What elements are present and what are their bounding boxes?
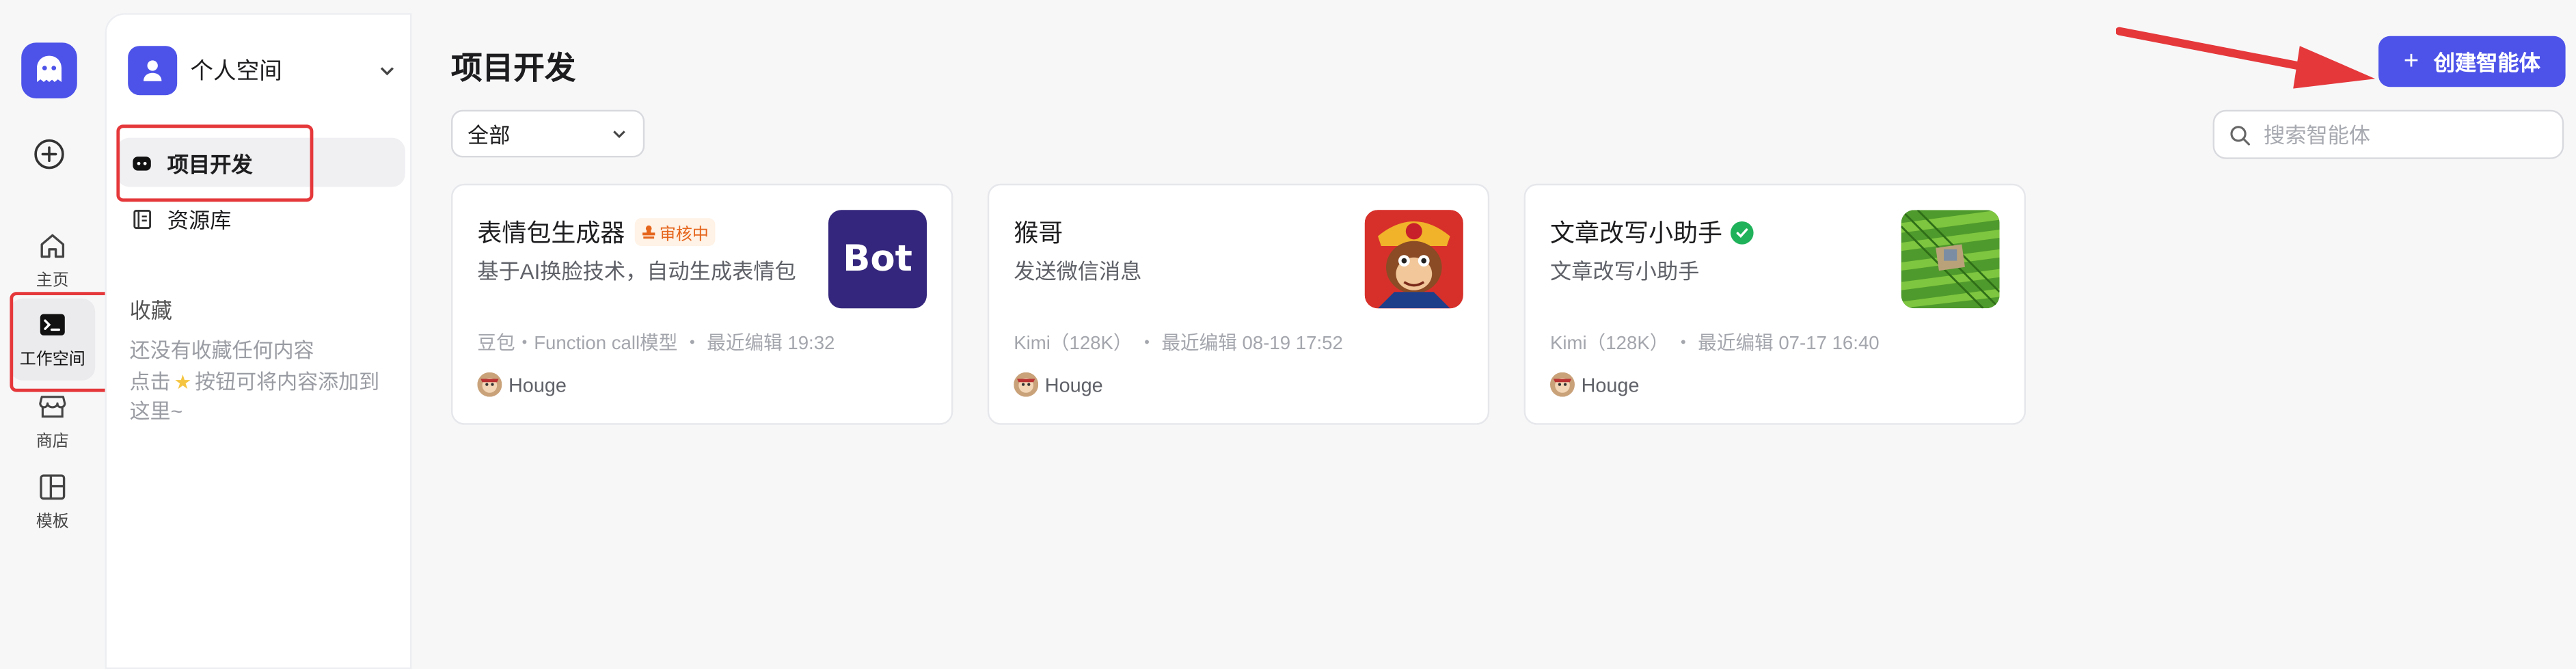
favorites-empty-post: 按钮可将内容添加到 <box>195 370 380 393</box>
agent-owner: Houge <box>1014 372 1103 397</box>
nav-item-projects[interactable]: 项目开发 <box>116 137 405 187</box>
left-rail: 主页 工作空间 商店 模板 <box>0 0 105 655</box>
avatar <box>1014 372 1039 397</box>
space-name: 个人空间 <box>190 57 282 84</box>
filter-value: 全部 <box>467 123 511 148</box>
rail-item-home[interactable]: 主页 <box>10 220 95 302</box>
space-switcher[interactable]: 个人空间 <box>128 44 407 97</box>
monkey-king-thumbnail <box>1364 210 1463 309</box>
chevron-down-icon <box>613 131 625 139</box>
rail-item-label: 商店 <box>36 433 69 451</box>
rail-item-store[interactable]: 商店 <box>10 381 95 463</box>
agent-name: 表情包生成器 <box>477 219 625 248</box>
create-agent-label: 创建智能体 <box>2433 51 2540 76</box>
favorites-empty-line: 点击 ★ 按钮可将内容添加到 <box>130 366 402 396</box>
search-icon <box>2230 125 2250 145</box>
favorites-empty-line: 这里~ <box>129 400 183 424</box>
agent-description: 基于AI换脸技术，自动生成表情包 <box>477 259 796 284</box>
agent-card-title: 文章改写小助手 <box>1550 215 1754 249</box>
reviewing-icon <box>642 226 655 239</box>
status-badge: 审核中 <box>634 218 716 246</box>
rail-item-templates[interactable]: 模板 <box>10 461 95 543</box>
filter-select[interactable]: 全部 <box>451 109 645 158</box>
favorites-empty-pre: 点击 <box>129 370 171 393</box>
agent-thumbnail: Bot <box>828 210 927 309</box>
star-icon: ★ <box>174 370 192 393</box>
app-logo[interactable] <box>21 42 77 98</box>
agent-meta: Kimi（128K） ・ 最近编辑 07-17 16:40 <box>1550 334 1880 355</box>
bot-icon <box>131 152 154 173</box>
owner-name: Houge <box>1044 373 1103 396</box>
verified-check-icon <box>1731 220 1754 244</box>
rail-item-label: 工作空间 <box>19 351 85 369</box>
annotation-arrow <box>2116 27 2376 89</box>
rail-item-label: 主页 <box>36 272 69 290</box>
nav-item-label: 资源库 <box>167 207 232 232</box>
chevron-down-icon <box>380 67 394 76</box>
favorites-empty-text: 还没有收藏任何内容 点击 ★ 按钮可将内容添加到 这里~ <box>130 336 402 427</box>
search-box[interactable] <box>2212 109 2564 159</box>
search-input[interactable] <box>2260 120 2546 149</box>
space-avatar <box>128 46 178 96</box>
ghost-logo-icon <box>37 55 62 83</box>
home-icon <box>40 234 65 258</box>
agent-card[interactable]: 猴哥 发送微信消息 Kimi（128K） ・ 最近编辑 08-19 17:52 <box>987 183 1490 425</box>
nav-item-label: 项目开发 <box>167 152 253 176</box>
agent-owner: Houge <box>477 372 567 397</box>
create-agent-button[interactable]: + 创建智能体 <box>2378 36 2566 87</box>
agent-card-title: 猴哥 <box>1014 215 1063 249</box>
rail-item-label: 模板 <box>36 513 69 532</box>
template-icon <box>40 474 66 500</box>
main-content: 项目开发 + 创建智能体 全部 表情包生成器 审核中 <box>413 0 2576 655</box>
agent-description: 发送微信消息 <box>1014 259 1142 284</box>
plus-icon: + <box>2403 46 2419 75</box>
rail-item-workspace[interactable]: 工作空间 <box>10 298 96 381</box>
favorites-title: 收藏 <box>129 298 173 323</box>
owner-name: Houge <box>509 373 567 396</box>
avatar <box>1550 372 1575 397</box>
farm-field-thumbnail <box>1901 210 2000 309</box>
agent-card[interactable]: 文章改写小助手 文章改写小助手 Kimi（128K） ・ 最近编辑 07-17 … <box>1523 183 2026 425</box>
terminal-icon <box>40 314 65 336</box>
avatar <box>477 372 502 397</box>
agent-name: 猴哥 <box>1014 219 1063 248</box>
library-icon <box>131 208 154 229</box>
page-title: 项目开发 <box>451 52 576 87</box>
store-icon <box>39 396 66 418</box>
workspace-panel: 个人空间 项目开发 资源库 收藏 还没有收藏任何内容 点击 ★ 按钮可将内容添加到 … <box>105 13 412 669</box>
agent-name: 文章改写小助手 <box>1550 219 1723 248</box>
agent-card-title: 表情包生成器 审核中 <box>477 215 716 249</box>
user-icon <box>144 60 162 81</box>
agent-owner: Houge <box>1550 372 1640 397</box>
new-plus-icon[interactable] <box>33 138 66 171</box>
favorites-empty-line: 还没有收藏任何内容 <box>129 339 314 363</box>
agent-meta: 豆包・Function call模型 ・ 最近编辑 19:32 <box>477 334 835 355</box>
owner-name: Houge <box>1581 373 1640 396</box>
agent-card[interactable]: 表情包生成器 审核中 基于AI换脸技术，自动生成表情包 Bot 豆包・Funct… <box>451 183 953 425</box>
agent-meta: Kimi（128K） ・ 最近编辑 08-19 17:52 <box>1014 334 1343 355</box>
status-badge-label: 审核中 <box>659 226 709 245</box>
agent-description: 文章改写小助手 <box>1550 259 1700 284</box>
thumbnail-text: Bot <box>843 238 912 280</box>
nav-item-library[interactable]: 资源库 <box>116 193 405 243</box>
